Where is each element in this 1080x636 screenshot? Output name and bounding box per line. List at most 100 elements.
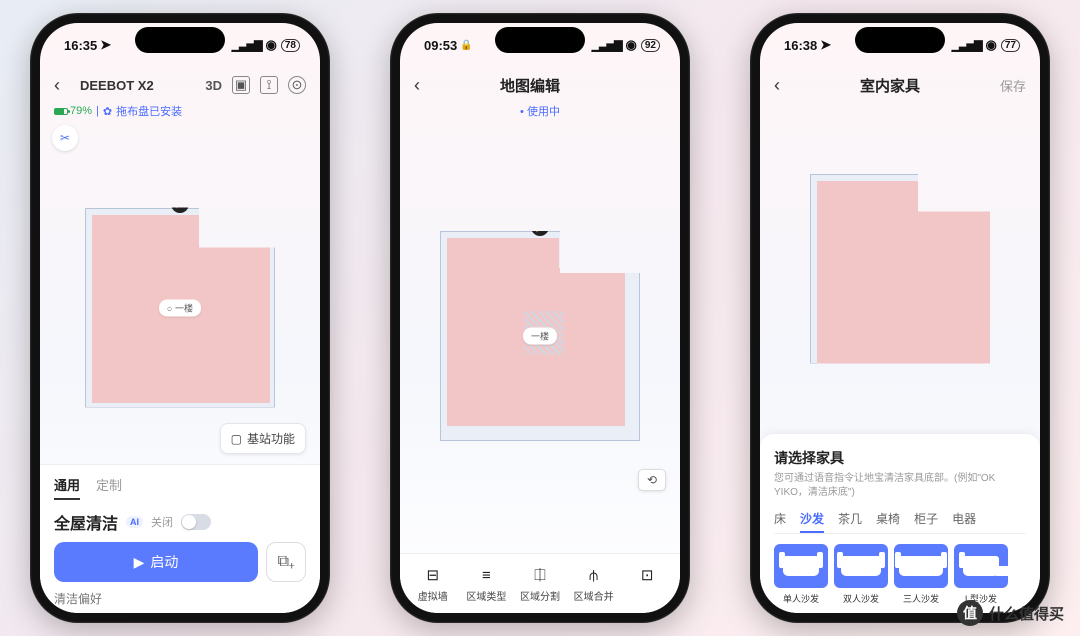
device-status-row: 79% | ✿ 拖布盘已安装 bbox=[40, 103, 320, 119]
map-area[interactable]: ⚡ ○ 一楼 ▢ 基站功能 bbox=[40, 151, 320, 464]
status-time: 16:38 bbox=[784, 38, 817, 53]
page-title: 地图编辑 bbox=[500, 75, 560, 96]
add-task-button[interactable]: ⧉₊ bbox=[266, 542, 306, 582]
phone-1: 16:35 ➤ ▁▃▅▇ ◉ 78 ‹ DEEBOT X2 3D ▣ ⟟ ⊙ 7… bbox=[30, 13, 330, 623]
room bbox=[559, 268, 625, 328]
cat-cabinet[interactable]: 柜子 bbox=[914, 510, 938, 527]
item-label: 三人沙发 bbox=[903, 592, 939, 605]
nav-virtual-wall[interactable]: ⊟ 虚拟墙 bbox=[409, 566, 457, 603]
settings-icon[interactable]: ⊙ bbox=[288, 76, 306, 94]
start-button[interactable]: ▶ 启动 bbox=[54, 542, 258, 582]
room bbox=[929, 211, 995, 271]
charger-pin-icon: ⚡ bbox=[531, 218, 549, 236]
cat-appliance[interactable]: 电器 bbox=[952, 510, 976, 527]
screen-deebot-home: 16:35 ➤ ▁▃▅▇ ◉ 78 ‹ DEEBOT X2 3D ▣ ⟟ ⊙ 7… bbox=[40, 23, 320, 613]
floorplan[interactable]: ⚡ 一楼 bbox=[440, 231, 640, 441]
cat-coffee-table[interactable]: 茶几 bbox=[838, 510, 862, 527]
wifi-icon: ◉ bbox=[626, 37, 637, 53]
nav-label: 区域分割 bbox=[520, 588, 560, 603]
back-icon[interactable]: ‹ bbox=[774, 75, 794, 96]
watermark-text: 什么值得买 bbox=[989, 603, 1064, 624]
phone-2: 09:53 🔒 ▁▃▅▇ ◉ 92 ‹ 地图编辑 • 使用中 ⚡ 一楼 bbox=[390, 13, 690, 623]
item-label: 双人沙发 bbox=[843, 592, 879, 605]
floorplan[interactable]: ⚡ ○ 一楼 bbox=[85, 208, 275, 408]
mop-status-text: 拖布盘已安装 bbox=[116, 103, 182, 119]
nav-area-split[interactable]: ⎅区域分割 bbox=[516, 566, 564, 603]
cat-sofa[interactable]: 沙发 bbox=[800, 510, 824, 527]
cat-bed[interactable]: 床 bbox=[774, 510, 786, 527]
mode-tabs: 通用 定制 bbox=[54, 475, 306, 500]
panel-subtitle: 您可通过语音指令让地宝清洁家具底部。(例如"OK YIKO，清洁床底") bbox=[774, 472, 1026, 500]
battery-pill: 78 bbox=[281, 39, 300, 52]
device-title: DEEBOT X2 bbox=[80, 78, 154, 93]
item-single-sofa[interactable]: 单人沙发 bbox=[774, 544, 828, 605]
map-rotate-button[interactable]: ⟲ bbox=[638, 469, 666, 491]
furniture-panel: 请选择家具 您可通过语音指令让地宝清洁家具底部。(例如"OK YIKO，清洁床底… bbox=[760, 434, 1040, 613]
watermark: 值 什么值得买 bbox=[957, 600, 1064, 626]
app-header: ‹ 地图编辑 bbox=[400, 67, 680, 103]
back-icon[interactable]: ‹ bbox=[54, 75, 74, 96]
nav-label: 区域类型 bbox=[466, 588, 506, 603]
back-icon[interactable]: ‹ bbox=[414, 75, 434, 96]
charger-pin-icon: ⚡ bbox=[948, 161, 966, 179]
clean-mode-row: 全屋清洁 AI 关闭 bbox=[54, 510, 306, 534]
signal-icon: ▁▃▅▇ bbox=[952, 39, 982, 52]
page-title: 室内家具 bbox=[860, 75, 920, 96]
cat-table-chair[interactable]: 桌椅 bbox=[876, 510, 900, 527]
map-area[interactable]: ⚡ 一楼 ⟲ bbox=[400, 119, 680, 553]
signal-icon: ▁▃▅▇ bbox=[232, 39, 262, 52]
base-icon: ▢ bbox=[231, 432, 242, 446]
base-station-button[interactable]: ▢ 基站功能 bbox=[220, 423, 306, 454]
floor-label[interactable]: ○ 一楼 bbox=[159, 299, 201, 316]
notch bbox=[135, 27, 225, 53]
virtual-wall-icon: ⊟ bbox=[427, 566, 440, 584]
sofa-icon bbox=[899, 556, 943, 576]
wifi-icon: ◉ bbox=[266, 37, 277, 53]
watermark-icon: 值 bbox=[957, 600, 983, 626]
base-label: 基站功能 bbox=[247, 430, 295, 447]
furniture-categories: 床 沙发 茶几 桌椅 柜子 电器 bbox=[774, 510, 1026, 534]
mode-3d-button[interactable]: 3D bbox=[205, 78, 222, 93]
wifi-icon: ◉ bbox=[986, 37, 997, 53]
tab-general[interactable]: 通用 bbox=[54, 475, 80, 500]
nav-label bbox=[646, 588, 649, 599]
nav-area-merge[interactable]: ⫛ 区域合并 bbox=[570, 566, 618, 603]
battery-pill: 92 bbox=[641, 39, 660, 52]
nav-label: 区域合并 bbox=[574, 588, 614, 603]
item-double-sofa[interactable]: 双人沙发 bbox=[834, 544, 888, 605]
location-icon: ➤ bbox=[820, 37, 831, 53]
sofa-icon bbox=[963, 556, 999, 576]
signal-icon: ▁▃▅▇ bbox=[592, 39, 622, 52]
tab-custom[interactable]: 定制 bbox=[96, 475, 122, 500]
furniture-items: 单人沙发 双人沙发 三人沙发 L型沙发 bbox=[774, 544, 1026, 605]
map-area[interactable]: ⚡ bbox=[760, 103, 1040, 434]
tool-bubble-button[interactable]: ✂ bbox=[52, 125, 78, 151]
nav-label: 虚拟墙 bbox=[418, 588, 448, 603]
location-icon: ➤ bbox=[100, 37, 111, 53]
ai-toggle[interactable] bbox=[181, 514, 211, 530]
status-time: 16:35 bbox=[64, 38, 97, 53]
camera-icon[interactable]: ▣ bbox=[232, 76, 250, 94]
nav-more[interactable]: ⊡ bbox=[623, 566, 671, 603]
start-label: 启动 bbox=[150, 552, 178, 572]
floor-label[interactable]: 一楼 bbox=[523, 328, 557, 345]
battery-percent: 79% bbox=[70, 105, 92, 117]
item-triple-sofa[interactable]: 三人沙发 bbox=[894, 544, 948, 605]
area-merge-icon: ⫛ bbox=[589, 566, 598, 584]
ai-badge: AI bbox=[126, 516, 143, 528]
clean-preference-link[interactable]: 清洁偏好 bbox=[54, 590, 306, 607]
mop-status-icon: ✿ bbox=[103, 105, 112, 118]
panel-title: 请选择家具 bbox=[774, 448, 1026, 468]
item-l-sofa[interactable]: L型沙发 bbox=[954, 544, 1008, 605]
nav-area-type[interactable]: ≡区域类型 bbox=[462, 566, 510, 603]
battery-icon bbox=[54, 108, 68, 115]
screen-furniture: 16:38 ➤ ▁▃▅▇ ◉ 77 ‹ 室内家具 保存 ⚡ 请选择家具 bbox=[760, 23, 1040, 613]
bottom-panel: 通用 定制 全屋清洁 AI 关闭 ▶ 启动 ⧉₊ 清洁偏好 bbox=[40, 464, 320, 613]
floorplan[interactable]: ⚡ bbox=[810, 174, 990, 364]
save-button[interactable]: 保存 bbox=[986, 76, 1026, 95]
ai-off-text: 关闭 bbox=[151, 514, 173, 530]
map-icon[interactable]: ⟟ bbox=[260, 76, 278, 94]
item-label: 单人沙发 bbox=[783, 592, 819, 605]
phone-3: 16:38 ➤ ▁▃▅▇ ◉ 77 ‹ 室内家具 保存 ⚡ 请选择家具 bbox=[750, 13, 1050, 623]
sofa-icon bbox=[841, 556, 881, 576]
